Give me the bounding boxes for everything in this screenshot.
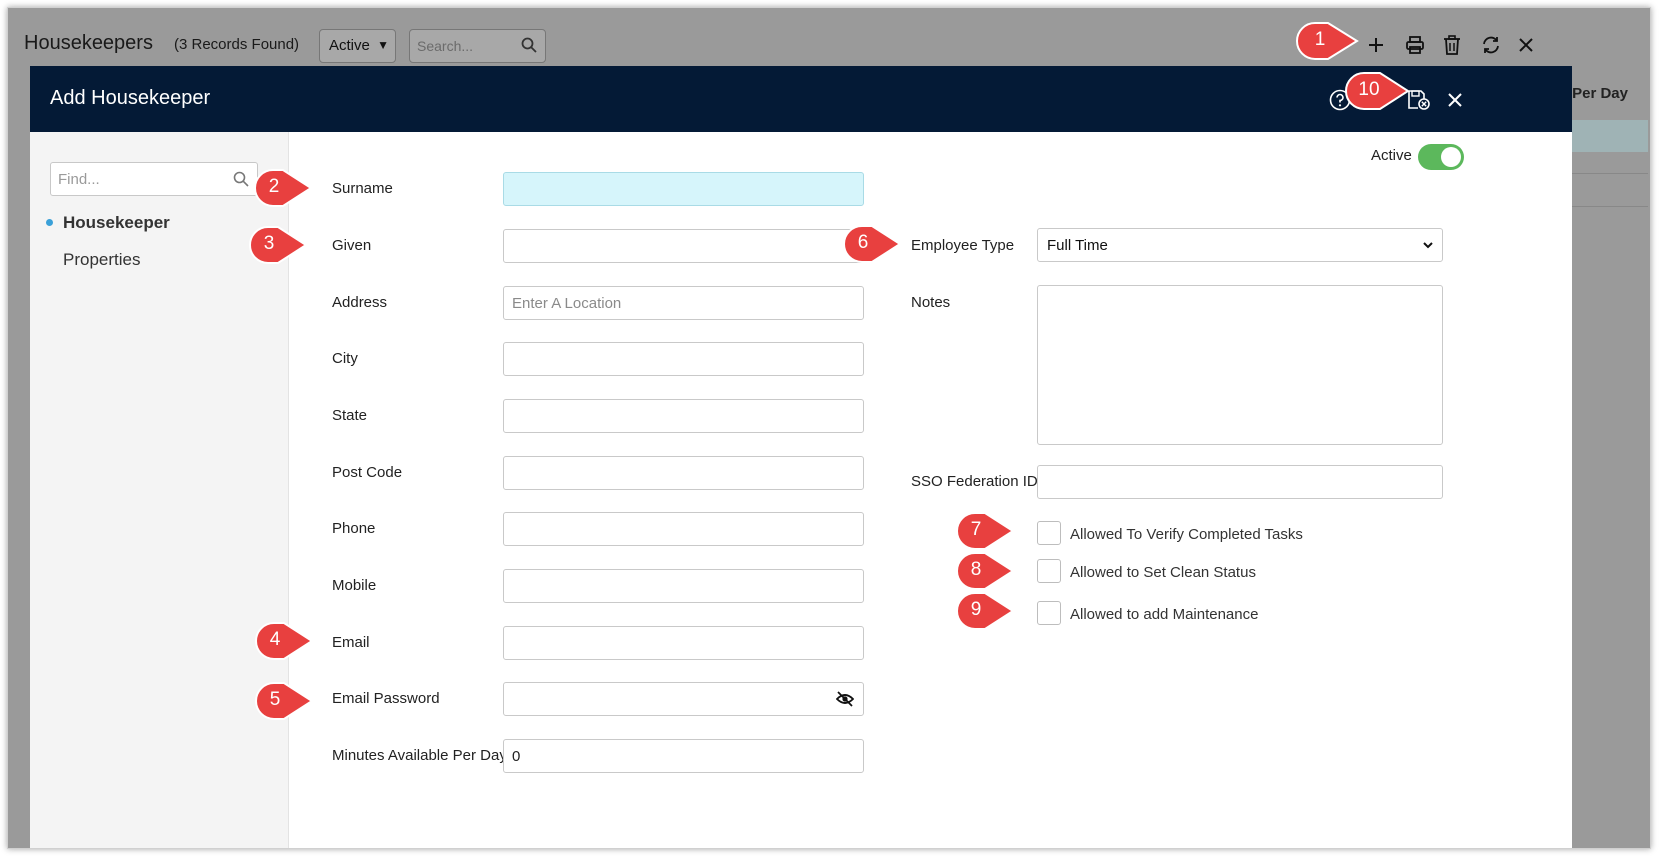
surname-label: Surname xyxy=(332,180,393,197)
app-window: Housekeepers (3 Records Found) Active ▼ … xyxy=(7,7,1651,849)
mobile-label: Mobile xyxy=(332,577,377,594)
active-label: Active xyxy=(1371,147,1412,164)
search-placeholder: Search... xyxy=(417,38,474,54)
add-icon[interactable] xyxy=(1364,33,1388,57)
eye-off-icon[interactable] xyxy=(835,691,855,711)
notes-label: Notes xyxy=(911,294,951,311)
given-field[interactable] xyxy=(503,229,864,263)
callout-2: 2 xyxy=(253,168,315,208)
toggle-knob xyxy=(1441,147,1461,167)
clean-status-checkbox[interactable] xyxy=(1037,559,1061,583)
callout-9: 9 xyxy=(955,591,1017,631)
sso-label: SSO Federation ID xyxy=(911,473,1038,490)
callout-1: 1 xyxy=(1295,21,1365,61)
surname-field[interactable] xyxy=(503,172,864,206)
verify-tasks-checkbox[interactable] xyxy=(1037,521,1061,545)
city-label: City xyxy=(332,350,358,367)
email-label: Email xyxy=(332,634,370,651)
address-field[interactable]: Enter A Location xyxy=(503,286,864,320)
notes-textarea[interactable] xyxy=(1037,285,1443,445)
callout-5: 5 xyxy=(254,681,316,721)
search-icon xyxy=(521,37,537,56)
post-code-label: Post Code xyxy=(332,464,403,481)
modal-title: Add Housekeeper xyxy=(50,87,211,109)
callout-10: 10 xyxy=(1344,71,1416,111)
status-filter-select[interactable]: Active ▼ xyxy=(319,29,396,63)
column-header: Per Day xyxy=(1572,85,1628,102)
callout-8: 8 xyxy=(955,551,1017,591)
callout-3: 3 xyxy=(248,225,310,265)
email-password-label: Email Password xyxy=(332,690,440,707)
find-input[interactable]: Find... xyxy=(50,162,258,196)
mobile-field[interactable] xyxy=(503,569,864,603)
modal-header: Add Housekeeper xyxy=(30,66,1572,132)
state-field[interactable] xyxy=(503,399,864,433)
callout-6: 6 xyxy=(842,224,904,264)
phone-field[interactable] xyxy=(503,512,864,546)
verify-tasks-label: Allowed To Verify Completed Tasks xyxy=(1070,526,1303,543)
active-nav-dot xyxy=(46,219,53,226)
chevron-down-icon: ▼ xyxy=(377,38,389,52)
minutes-label: Minutes Available Per Day xyxy=(332,747,507,764)
print-icon[interactable] xyxy=(1403,33,1427,57)
callout-4: 4 xyxy=(254,621,316,661)
sidebar-item-properties[interactable]: Properties xyxy=(63,250,140,270)
record-count: (3 Records Found) xyxy=(174,36,300,53)
maintenance-label: Allowed to add Maintenance xyxy=(1070,606,1259,623)
refresh-icon[interactable] xyxy=(1479,33,1503,57)
search-input[interactable]: Search... xyxy=(409,29,546,63)
employee-type-select[interactable]: Full Time xyxy=(1037,228,1443,262)
address-label: Address xyxy=(332,294,388,311)
employee-type-label: Employee Type xyxy=(911,237,1015,254)
page-title: Housekeepers xyxy=(24,32,153,54)
list-header: Housekeepers (3 Records Found) Active ▼ … xyxy=(8,8,1650,68)
clean-status-label: Allowed to Set Clean Status xyxy=(1070,564,1256,581)
given-label: Given xyxy=(332,237,372,254)
find-placeholder: Find... xyxy=(58,171,100,188)
minutes-field[interactable]: 0 xyxy=(503,739,864,773)
callout-7: 7 xyxy=(955,511,1017,551)
chevron-down-icon xyxy=(1422,238,1434,255)
status-filter-value: Active xyxy=(329,37,370,54)
modal-close-icon[interactable] xyxy=(1443,88,1467,112)
close-icon[interactable] xyxy=(1514,33,1538,57)
email-password-field[interactable] xyxy=(503,682,864,716)
state-label: State xyxy=(332,407,368,424)
sso-field[interactable] xyxy=(1037,465,1443,499)
active-toggle[interactable] xyxy=(1418,144,1464,170)
sidebar-item-housekeeper[interactable]: Housekeeper xyxy=(63,213,170,233)
phone-label: Phone xyxy=(332,520,376,537)
email-field[interactable] xyxy=(503,626,864,660)
search-icon xyxy=(233,171,249,191)
city-field[interactable] xyxy=(503,342,864,376)
post-code-field[interactable] xyxy=(503,456,864,490)
trash-icon[interactable] xyxy=(1440,33,1464,57)
maintenance-checkbox[interactable] xyxy=(1037,601,1061,625)
employee-type-value: Full Time xyxy=(1047,237,1108,254)
